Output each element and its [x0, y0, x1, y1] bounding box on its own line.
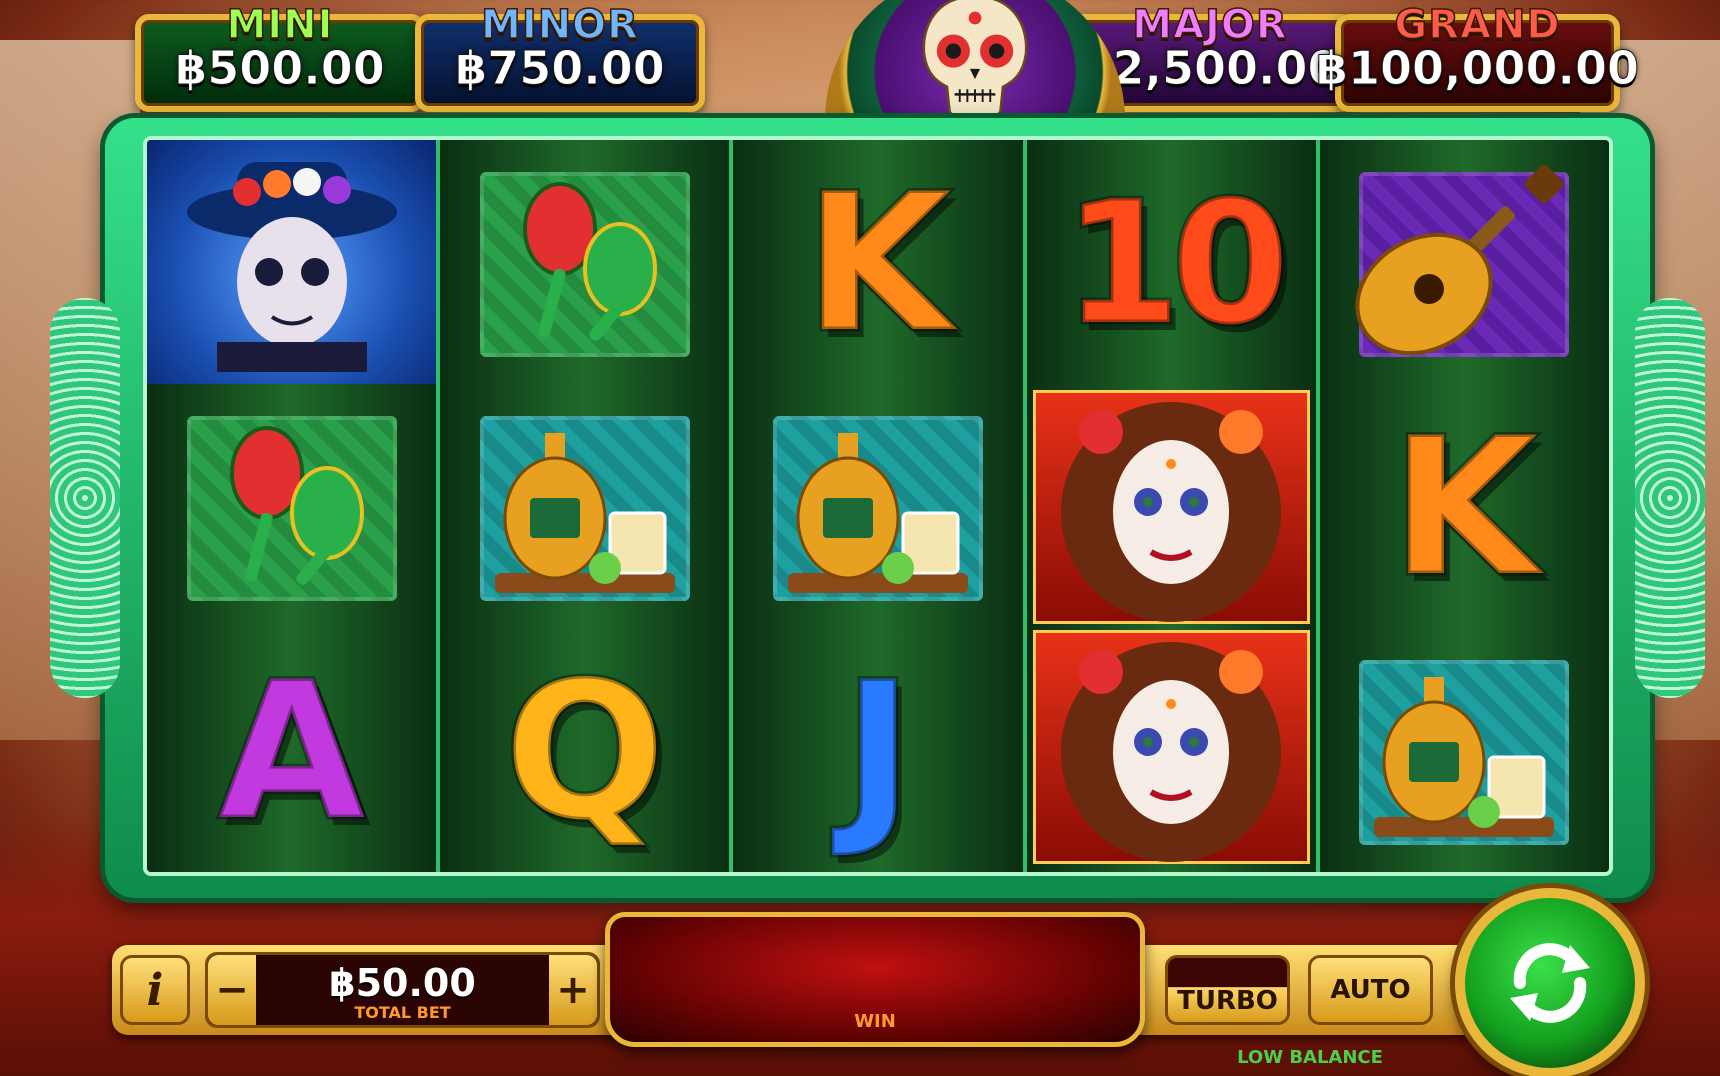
symbol-tequila	[733, 386, 1022, 630]
info-button[interactable]: i	[120, 955, 190, 1025]
win-label: WIN	[854, 1011, 896, 1032]
jackpot-minor: MINOR ฿750.00	[415, 1, 705, 112]
symbol-number-10: 10	[1027, 142, 1316, 386]
reel-frame: A Q K J 10 K	[50, 118, 1705, 898]
jackpot-mini-value: ฿500.00	[175, 41, 386, 96]
symbol-letter-a: A	[147, 630, 436, 872]
jackpot-minor-value: ฿750.00	[455, 41, 666, 96]
symbol-letter-j: J	[733, 630, 1022, 872]
tequila-icon	[1374, 677, 1555, 837]
reel-5: K	[1319, 140, 1609, 872]
man-in-hat-icon	[186, 162, 397, 372]
symbol-10-label: 10	[1060, 165, 1292, 363]
symbol-wild-catrina	[1032, 630, 1310, 864]
symbol-wild-catrina	[1032, 390, 1310, 624]
tequila-icon	[494, 433, 675, 593]
total-bet-value: ฿50.00	[329, 961, 476, 1005]
symbol-k-label: K	[1388, 397, 1540, 618]
reel-3: K J	[733, 140, 1027, 872]
symbol-guitar	[1320, 142, 1609, 386]
symbol-tequila	[1320, 630, 1609, 872]
maracas-icon	[229, 426, 364, 585]
symbol-letter-k: K	[733, 142, 1022, 386]
guitar-icon	[1355, 164, 1564, 356]
symbol-j-label: J	[840, 641, 916, 862]
maracas-icon	[522, 182, 657, 341]
symbol-letter-q: Q	[440, 630, 729, 872]
jackpot-grand: GRAND ฿100,000.00	[1315, 1, 1640, 112]
catrina-icon	[1061, 402, 1282, 622]
symbol-a-label: A	[216, 641, 368, 862]
jackpot-major-label: MAJOR	[1132, 1, 1288, 49]
tequila-icon	[788, 433, 968, 593]
symbol-letter-k: K	[1320, 386, 1609, 630]
spin-button[interactable]	[1455, 888, 1645, 1076]
symbol-k-label: K	[802, 153, 954, 374]
jackpot-mini-label: MINI	[226, 1, 334, 49]
sugar-skull-icon	[922, 0, 1028, 119]
total-bet-label: TOTAL BET	[354, 1003, 451, 1022]
jackpot-mini: MINI ฿500.00	[135, 1, 425, 112]
symbol-maracas	[440, 142, 729, 386]
catrina-icon	[1061, 642, 1282, 862]
turbo-button[interactable]: TURBO	[1165, 955, 1290, 1025]
jackpot-grand-value: ฿100,000.00	[1315, 41, 1640, 96]
reel-1: A	[147, 140, 441, 872]
symbol-maracas	[147, 386, 436, 630]
jackpot-grand-label: GRAND	[1394, 1, 1561, 49]
total-bet-panel: − ฿50.00 TOTAL BET +	[205, 952, 600, 1028]
win-panel: WIN	[605, 912, 1145, 1047]
reel-2: Q	[440, 140, 734, 872]
jackpot-minor-label: MINOR	[480, 1, 639, 49]
auto-button[interactable]: AUTO	[1308, 955, 1433, 1025]
decrease-bet-button[interactable]: −	[208, 955, 256, 1025]
spin-arrows-icon	[1510, 943, 1590, 1023]
symbol-q-label: Q	[502, 641, 669, 862]
reel-grid: A Q K J 10 K	[143, 136, 1613, 876]
symbol-tequila	[440, 386, 729, 630]
reel-4: 10	[1026, 140, 1320, 872]
jackpot-bar: MINI ฿500.00 MINOR ฿750.00 MAJOR ฿2,500.…	[125, 0, 1640, 140]
low-balance-warning: LOW BALANCE	[1237, 1047, 1383, 1068]
symbol-man-in-hat	[147, 140, 437, 384]
increase-bet-button[interactable]: +	[549, 955, 597, 1025]
